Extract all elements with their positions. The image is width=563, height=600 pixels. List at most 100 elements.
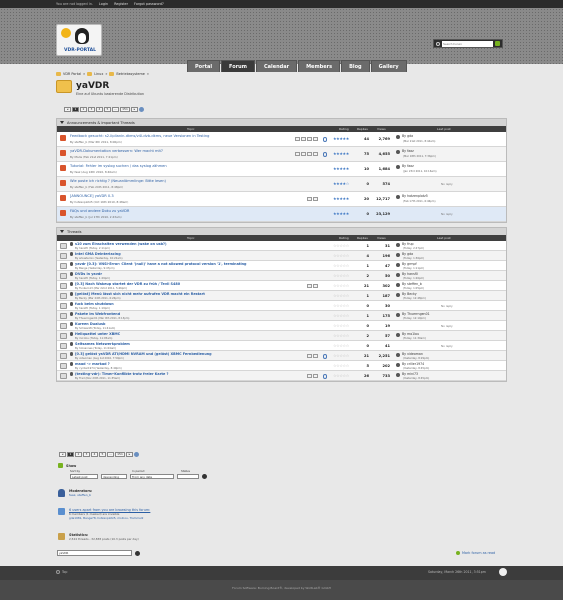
jump-select[interactable]: yaVDR xyxy=(57,550,132,556)
thread-row[interactable]: Kureen Dualusb By Schwarz8 (Today, 11:41a… xyxy=(57,321,506,331)
last-post-author[interactable]: By gda xyxy=(402,134,413,138)
order-select[interactable]: descending xyxy=(101,474,127,479)
thread-page-link[interactable] xyxy=(307,137,312,141)
period-select[interactable]: From any date xyxy=(130,474,174,479)
last-post-author[interactable]: By mo1lou xyxy=(402,332,419,336)
scroll-top-button[interactable] xyxy=(499,568,507,576)
announcement-row[interactable]: Wie poste ich richtig ? (Neuanlömmlinge:… xyxy=(57,177,506,192)
thread-title-link[interactable]: Pakete im Webfrontend xyxy=(75,312,120,316)
thread-row[interactable]: maad -> markad ? By cyrilier1974 (Yesterd… xyxy=(57,361,506,371)
thread-page-link[interactable] xyxy=(313,284,318,288)
page-link[interactable]: 4 xyxy=(96,107,103,112)
page-link[interactable]: 3 xyxy=(83,452,90,457)
last-post-author[interactable]: By crilier1974 xyxy=(402,362,424,366)
thread-page-link[interactable] xyxy=(301,152,306,156)
page-link[interactable]: 1 xyxy=(67,452,74,457)
search-input[interactable] xyxy=(441,40,494,47)
thread-page-link[interactable] xyxy=(307,374,312,378)
column-rating[interactable]: Rating xyxy=(339,127,349,131)
pager-next-button[interactable]: ▸ xyxy=(131,107,138,112)
thread-row[interactable]: [0.3] gelöst yaVDR ATI/HDMI NVRAM und (g… xyxy=(57,351,506,361)
thread-title-link[interactable]: (testing-vdr): Timer-Konflikte trotz fre… xyxy=(75,372,168,376)
page-link[interactable]: 2 xyxy=(80,107,87,112)
thread-row[interactable]: Pakete im Webfrontend By Thuerrngen01 (Ma… xyxy=(57,311,506,321)
thread-page-link[interactable] xyxy=(313,354,318,358)
thread-page-link[interactable] xyxy=(295,137,300,141)
thread-page-link[interactable] xyxy=(313,152,318,156)
thread-title-link[interactable]: maad -> markad ? xyxy=(75,362,110,366)
last-post-author[interactable]: By mini73 xyxy=(402,372,418,376)
last-post-author[interactable]: By gda xyxy=(402,252,413,256)
thread-row[interactable]: Heilquattel unter XBMC By mo1lou (Today, … xyxy=(57,331,506,341)
thread-title-link[interactable]: yavdr [0.3]: VNSI-Error: Client '(null)'… xyxy=(75,262,247,266)
thread-page-link[interactable] xyxy=(301,137,306,141)
thread-page-link[interactable] xyxy=(307,197,312,201)
apply-filter-button[interactable] xyxy=(202,474,207,479)
breadcrumb-item[interactable]: VDR Portal xyxy=(63,72,81,76)
last-post-author[interactable]: By videoman xyxy=(402,352,423,356)
pager-next-button[interactable]: ▸ xyxy=(126,452,133,457)
page-link[interactable]: 1 xyxy=(72,107,79,112)
site-logo[interactable]: VDR-PORTAL xyxy=(56,24,102,56)
announcement-row[interactable]: [ANNOUNCE] yaVDR 0.3 By hotzenplotz5 (Oct… xyxy=(57,192,506,207)
announcement-row[interactable]: Tutorial: Fehler im syslog suchen / das … xyxy=(57,162,506,177)
column-views[interactable]: Views xyxy=(377,236,386,240)
go-to-page-icon[interactable] xyxy=(134,452,139,457)
go-to-page-icon[interactable] xyxy=(139,107,144,112)
thread-title-link[interactable]: s10 zum Einschalten verwenden (wake on u… xyxy=(75,242,167,246)
page-link[interactable]: 151 xyxy=(120,107,130,112)
last-post-author[interactable]: By steffen_b xyxy=(402,282,422,286)
moderators-list[interactable]: faaz, steffen_b xyxy=(69,493,92,497)
thread-row[interactable]: Seltsames Netzwerkproblem By holoannes (T… xyxy=(57,341,506,351)
last-post-author[interactable]: By faaz xyxy=(402,164,414,168)
last-post-author[interactable]: By Becky xyxy=(402,292,417,296)
page-link[interactable]: 151 xyxy=(115,452,125,457)
register-link[interactable]: Register xyxy=(114,2,128,6)
thread-page-link[interactable] xyxy=(307,284,312,288)
column-replies[interactable]: Replies xyxy=(357,236,368,240)
thread-row[interactable]: s10 zum Einschalten verwenden (wake on u… xyxy=(57,241,506,251)
thread-page-link[interactable] xyxy=(313,374,318,378)
thread-row[interactable]: Intel GMA Deinterlacing By srbasternin (Y… xyxy=(57,251,506,261)
thread-title-link[interactable]: DVDs in yavdr xyxy=(75,272,102,276)
page-link[interactable]: 3 xyxy=(88,107,95,112)
thread-title-link[interactable]: [0.3] Nach Wakeup startet der VDR zu frü… xyxy=(75,282,180,286)
thread-title-link[interactable]: Heilquattel unter XBMC xyxy=(75,332,120,336)
last-post-author[interactable]: By Thuerrngen01 xyxy=(402,312,430,316)
thread-title-link[interactable]: [0.3] gelöst yaVDR ATI/HDMI NVRAM und (g… xyxy=(75,352,212,356)
breadcrumb-item[interactable]: Betriebssysteme xyxy=(116,72,144,76)
mark-read-link[interactable]: Mark forum as read xyxy=(462,551,495,555)
last-post-author[interactable]: By frup xyxy=(402,242,414,246)
pager-prev-button[interactable]: ◂ xyxy=(64,107,71,112)
page-link[interactable]: 4 xyxy=(91,452,98,457)
column-topic[interactable]: Topic xyxy=(187,236,195,240)
lost-password-link[interactable]: Forgot password? xyxy=(134,2,164,6)
jump-go-button[interactable] xyxy=(135,550,140,556)
thread-title-link[interactable]: yaVDR-Dokumentation verbessern: Wer mach… xyxy=(70,149,163,153)
login-link[interactable]: Login xyxy=(99,2,108,6)
threads-header[interactable]: Threads xyxy=(57,228,506,235)
sort-select[interactable]: Latest post xyxy=(70,474,98,479)
thread-title-link[interactable]: Intel GMA Deinterlacing xyxy=(75,252,121,256)
announcement-row[interactable]: yaVDR-Dokumentation verbessern: Wer mach… xyxy=(57,147,506,162)
thread-title-link[interactable]: Seltsames Netzwerkproblem xyxy=(75,342,130,346)
thread-title-link[interactable]: [gelöst] Menü lässt sich nicht mehr aufr… xyxy=(75,292,205,296)
thread-page-link[interactable] xyxy=(307,354,312,358)
top-link[interactable]: Top xyxy=(62,570,67,574)
column-replies[interactable]: Replies xyxy=(357,127,368,131)
thread-row[interactable]: fuck beim shutdown By hansf0 (Today, 1:19… xyxy=(57,301,506,311)
last-post-author[interactable]: By grmpf xyxy=(402,262,417,266)
thread-title-link[interactable]: Tutorial: Fehler im syslog suchen / das … xyxy=(70,164,167,168)
column-rating[interactable]: Rating xyxy=(339,236,349,240)
thread-row[interactable]: DVDs in yavdr By hansf0 (Today, 1:29pm) ☆☆… xyxy=(57,271,506,281)
thread-title-link[interactable]: FAQs und andere Doku zu yaVDR xyxy=(70,209,129,213)
thread-title-link[interactable]: Wie poste ich richtig ? (Neuanlömmlinge:… xyxy=(70,179,166,183)
last-post-author[interactable]: By hotzenplotz5 xyxy=(402,194,428,198)
thread-row[interactable]: [0.3] Nach Wakeup startet der VDR zu frü… xyxy=(57,281,506,291)
last-post-author[interactable]: By hansf0 xyxy=(402,272,418,276)
column-last-post[interactable]: Last post xyxy=(437,127,451,131)
page-link[interactable]: 2 xyxy=(75,452,82,457)
thread-title-link[interactable]: [ANNOUNCE] yaVDR 0.3 xyxy=(70,194,114,198)
thread-title-link[interactable]: fuck beim shutdown xyxy=(75,302,114,306)
page-link[interactable]: 5 xyxy=(104,107,111,112)
